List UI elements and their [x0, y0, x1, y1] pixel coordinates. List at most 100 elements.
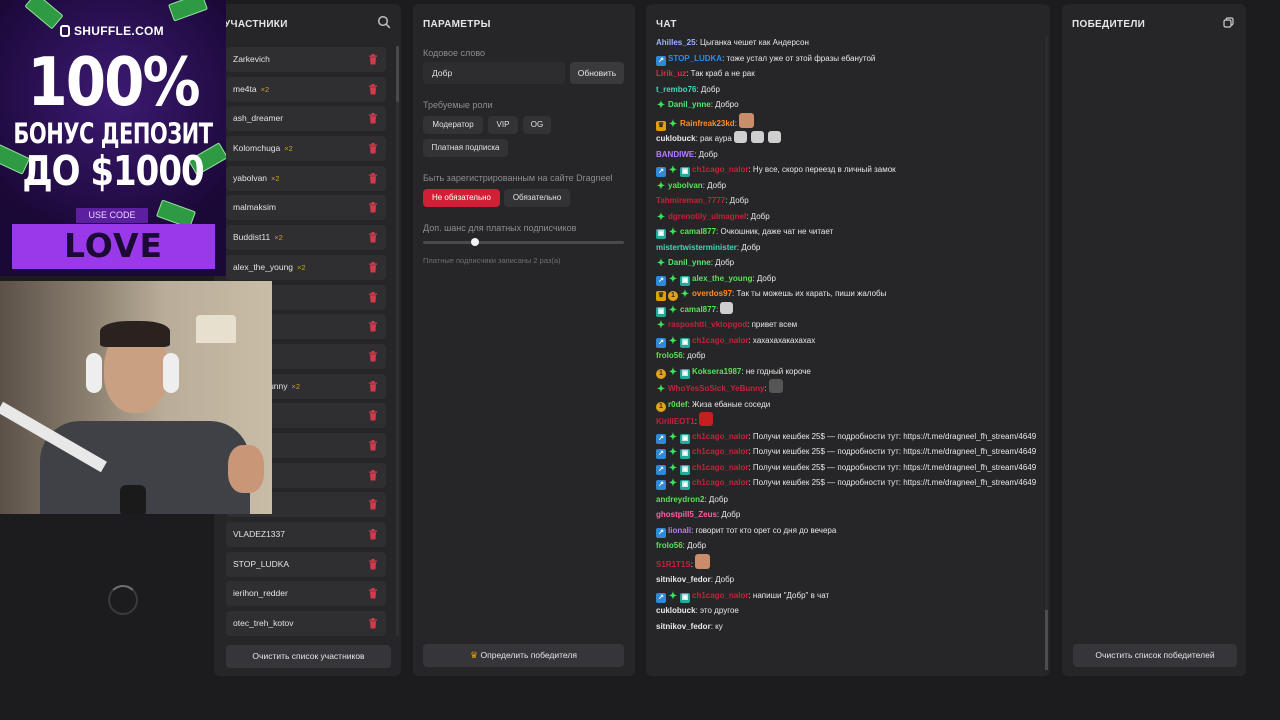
chat-text: : Получи кешбек 25$ — подробности тут: h…	[748, 447, 1037, 456]
trash-icon[interactable]	[368, 439, 378, 451]
chat-username[interactable]: frolo56	[656, 351, 683, 360]
chat-username[interactable]: S1R1T1S	[656, 560, 691, 569]
chat-username[interactable]: camal877	[680, 227, 716, 236]
trash-icon[interactable]	[368, 202, 378, 213]
trash-icon[interactable]	[368, 529, 378, 540]
trash-icon[interactable]	[368, 83, 378, 95]
chat-username[interactable]: STOP_LUDKA	[668, 54, 722, 63]
trash-icon[interactable]	[368, 588, 378, 599]
chance-slider[interactable]	[423, 238, 624, 246]
trash-icon[interactable]	[368, 291, 378, 303]
chat-username[interactable]: rasposhtti_vktopgod	[668, 320, 747, 329]
chat-message: ghostpill5_Zeus: Добр	[656, 507, 1041, 523]
trash-icon[interactable]	[368, 232, 378, 243]
chat-username[interactable]: frolo56	[656, 541, 683, 550]
chat-username[interactable]: camal877	[680, 305, 716, 314]
chat-username[interactable]: cuklobuck	[656, 134, 696, 143]
participant-multiplier: ×2	[260, 84, 270, 94]
chat-text: : Так ты можешь их карать, пиши жалобы	[732, 289, 887, 298]
chat-text: : Добр	[702, 180, 727, 190]
trash-icon[interactable]	[368, 261, 378, 273]
chat-username[interactable]: sitnikov_fedor	[656, 622, 711, 631]
chat-username[interactable]: r0def	[668, 400, 688, 409]
role-moderator-chip[interactable]: Модератор	[423, 116, 483, 134]
clear-participants-button[interactable]: Очистить список участников	[226, 645, 391, 668]
trash-icon[interactable]	[368, 410, 378, 421]
chat-username[interactable]: ch1cago_nalor	[692, 432, 748, 441]
not-required-button[interactable]: Не обязательно	[423, 189, 500, 207]
promo-line2: БОНУС ДЕПОЗИТ	[13, 117, 213, 151]
trash-icon[interactable]	[368, 113, 378, 124]
chat-username[interactable]: alex_the_young	[692, 274, 752, 283]
trash-icon[interactable]	[368, 350, 378, 362]
chat-username[interactable]: sitnikov_fedor	[656, 575, 711, 584]
trash-icon[interactable]	[368, 143, 378, 154]
trash-icon[interactable]	[368, 469, 378, 481]
chat-username[interactable]: cuklobuck	[656, 606, 696, 615]
chat-message: S1R1T1S:	[656, 553, 1041, 573]
chat-username[interactable]: Danil_ynne	[668, 100, 711, 109]
chat-username[interactable]: ch1cago_nalor	[692, 591, 748, 600]
chat-username[interactable]: BANDIWE	[656, 150, 694, 159]
participant-multiplier: ×2	[274, 233, 283, 243]
promo-line3: ДО $1000	[22, 148, 204, 196]
role-og-chip[interactable]: OG	[523, 116, 551, 134]
chat-username[interactable]: andreydron2	[656, 495, 704, 504]
chat-message: ✦ Danil_ynne: Добро	[656, 97, 1041, 113]
chance-slider-knob[interactable]	[471, 238, 480, 246]
chat-username[interactable]: ch1cago_nalor	[692, 478, 748, 487]
role-vip-chip[interactable]: VIP	[488, 116, 518, 134]
roles-label: Требуемые роли	[423, 100, 493, 110]
chat-text: :	[694, 417, 697, 426]
trash-icon[interactable]	[368, 321, 378, 332]
chat-username[interactable]: Tahmireman_7777	[656, 196, 725, 205]
chat-username[interactable]: ch1cago_nalor	[692, 447, 748, 456]
chat-username[interactable]: ch1cago_nalor	[692, 336, 748, 345]
trash-icon[interactable]	[368, 380, 378, 392]
chat-username[interactable]: Koksera1987	[692, 367, 741, 376]
trash-icon[interactable]	[368, 499, 378, 510]
sub-badge-icon: ✦	[656, 211, 666, 223]
clear-winners-button[interactable]: Очистить список победителей	[1073, 644, 1237, 667]
required-button[interactable]: Обязательно	[504, 189, 570, 207]
chat-username[interactable]: Ahilles_25	[656, 38, 696, 47]
chat-message: ↗ ✦ ▣ ch1cago_nalor: хахахахакахахах	[656, 333, 1041, 349]
sub-badge-icon: ✦	[656, 100, 666, 111]
chat-message: sitnikov_fedor: Добр	[656, 572, 1041, 588]
keyword-input[interactable]: Добр	[423, 62, 565, 84]
chat-message: frolo56: добр	[656, 348, 1041, 364]
chat-username[interactable]: Rainfreak23kd	[680, 119, 735, 128]
search-icon[interactable]	[377, 15, 391, 29]
trash-icon[interactable]	[368, 172, 378, 184]
chat-username[interactable]: t_rembo76	[656, 85, 696, 94]
chat-username[interactable]: ghostpill5_Zeus	[656, 510, 717, 519]
chat-username[interactable]: Lirik_uz	[656, 69, 686, 78]
chat-text: : тоже устал уже от этой фразы ебанутой	[722, 53, 876, 63]
chat-username[interactable]: ch1cago_nalor	[692, 463, 748, 472]
trash-icon[interactable]	[368, 54, 378, 65]
chat-username[interactable]: yabolvan	[668, 181, 703, 190]
emote-icon	[694, 553, 710, 569]
chat-text: : Получи кешбек 25$ — подробности тут: h…	[748, 462, 1037, 472]
chat-username[interactable]: mistertwisterminister	[656, 243, 737, 252]
chat-username[interactable]: dgrenotily_ulmagnel	[668, 212, 746, 221]
chat-username[interactable]: overdos97	[692, 289, 732, 298]
pick-winner-button[interactable]: ♛ Определить победителя	[423, 644, 624, 667]
participant-row: malmaksim	[226, 195, 386, 221]
participants-scrollbar[interactable]	[396, 46, 399, 636]
chat-text: : Добр	[710, 575, 735, 584]
chat-username[interactable]: WhoYesSoSick_YeBunny	[668, 384, 764, 393]
chat-scrollbar[interactable]	[1045, 36, 1048, 670]
predictions-badge-icon: ↗	[656, 527, 666, 538]
chat-username[interactable]: KirillEOT1	[656, 417, 695, 426]
participant-name: yabolvan	[233, 172, 268, 183]
chat-username[interactable]: ch1cago_nalor	[692, 165, 748, 174]
update-button[interactable]: Обновить	[570, 62, 624, 84]
role-paid-sub-chip[interactable]: Платная подписка	[423, 139, 508, 157]
trash-icon[interactable]	[368, 618, 378, 629]
chat-text: : привет всем	[747, 320, 798, 329]
chat-username[interactable]: Danil_ynne	[668, 258, 711, 267]
trash-icon[interactable]	[368, 558, 378, 570]
copy-icon[interactable]	[1223, 17, 1234, 28]
chat-username[interactable]: lionali	[668, 526, 691, 535]
